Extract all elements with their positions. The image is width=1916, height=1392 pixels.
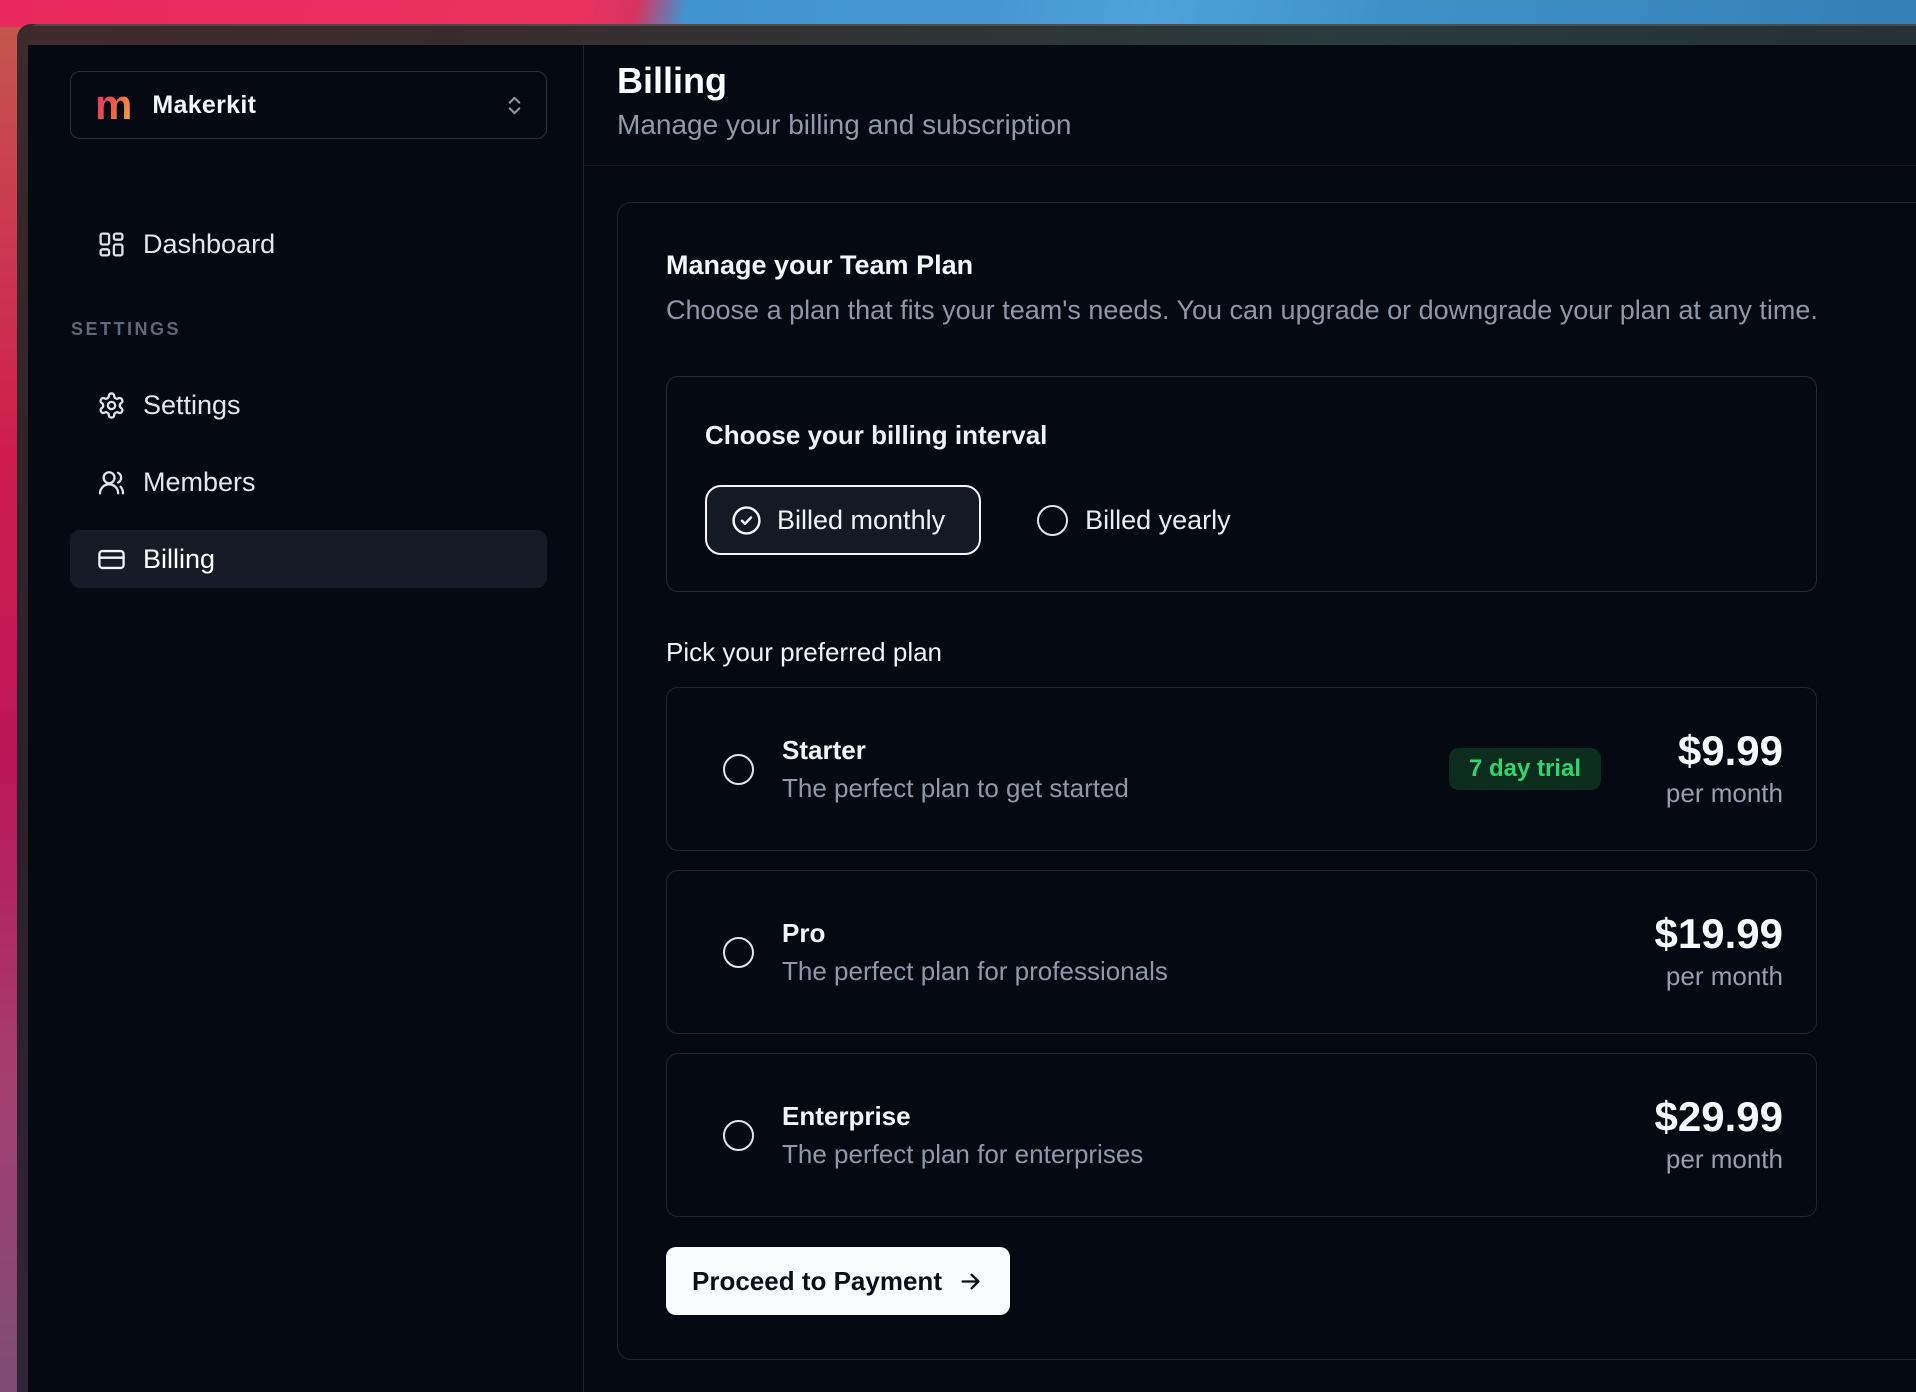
plan-period: per month <box>1633 960 1783 992</box>
sidebar-item-billing[interactable]: Billing <box>70 530 547 588</box>
page-title: Billing <box>617 58 1888 104</box>
proceed-to-payment-label: Proceed to Payment <box>692 1266 942 1297</box>
sidebar-section-settings: SETTINGS <box>70 319 547 340</box>
team-plan-card: Manage your Team Plan Choose a plan that… <box>617 202 1916 1360</box>
sidebar-item-dashboard[interactable]: Dashboard <box>70 216 547 272</box>
credit-card-icon <box>97 545 126 574</box>
billed-monthly-label: Billed monthly <box>777 505 945 536</box>
plan-price: $29.99 <box>1633 1095 1783 1139</box>
wallpaper-top-strip <box>0 0 1916 27</box>
sidebar: m Makerkit <box>28 45 584 1392</box>
plan-picker-label: Pick your preferred plan <box>666 636 1889 668</box>
radio-circle-icon <box>1037 505 1068 536</box>
plan-price: $19.99 <box>1633 912 1783 956</box>
sidebar-item-settings[interactable]: Settings <box>70 377 547 433</box>
workspace-selector[interactable]: m Makerkit <box>70 71 547 139</box>
makerkit-logo-icon: m <box>95 84 132 126</box>
window-titlebar[interactable] <box>28 24 1916 45</box>
gear-icon <box>97 391 126 420</box>
desktop-wallpaper: m Makerkit <box>0 0 1916 1392</box>
billed-monthly-option[interactable]: Billed monthly <box>705 485 981 555</box>
page-header: Billing Manage your billing and subscrip… <box>584 45 1916 166</box>
sidebar-item-label: Billing <box>143 544 215 575</box>
chevrons-up-down-icon <box>503 94 526 117</box>
app-window: m Makerkit <box>17 24 1916 1392</box>
trial-badge: 7 day trial <box>1449 748 1601 790</box>
plan-radio[interactable] <box>723 1120 754 1151</box>
plan-period: per month <box>1633 777 1783 809</box>
main-content: Billing Manage your billing and subscrip… <box>584 45 1916 1392</box>
card-title: Manage your Team Plan <box>666 248 1889 282</box>
plan-name: Starter <box>782 732 1129 768</box>
plan-description: The perfect plan for enterprises <box>782 1136 1143 1172</box>
plan-row-pro[interactable]: Pro The perfect plan for professionals $… <box>666 870 1817 1034</box>
plan-period: per month <box>1633 1143 1783 1175</box>
page-subtitle: Manage your billing and subscription <box>617 108 1888 142</box>
sidebar-item-label: Settings <box>143 390 241 421</box>
users-icon <box>97 468 126 497</box>
billed-yearly-option[interactable]: Billed yearly <box>1037 505 1231 536</box>
proceed-to-payment-button[interactable]: Proceed to Payment <box>666 1247 1010 1315</box>
plan-price: $9.99 <box>1633 729 1783 773</box>
sidebar-item-label: Dashboard <box>143 229 275 260</box>
sidebar-item-members[interactable]: Members <box>70 454 547 510</box>
arrow-right-icon <box>957 1268 984 1295</box>
plan-name: Pro <box>782 915 1168 951</box>
plan-radio[interactable] <box>723 937 754 968</box>
billing-interval-title: Choose your billing interval <box>705 419 1778 451</box>
plan-description: The perfect plan to get started <box>782 770 1129 806</box>
plan-name: Enterprise <box>782 1098 1143 1134</box>
billed-yearly-label: Billed yearly <box>1085 505 1231 536</box>
plan-description: The perfect plan for professionals <box>782 953 1168 989</box>
sidebar-item-label: Members <box>143 467 256 498</box>
plan-row-enterprise[interactable]: Enterprise The perfect plan for enterpri… <box>666 1053 1817 1217</box>
check-circle-icon <box>731 505 762 536</box>
card-subtitle: Choose a plan that fits your team's need… <box>666 292 1889 328</box>
workspace-name: Makerkit <box>152 91 256 120</box>
plan-row-starter[interactable]: Starter The perfect plan to get started … <box>666 687 1817 851</box>
billing-interval-box: Choose your billing interval Billed mont… <box>666 376 1817 592</box>
plan-radio[interactable] <box>723 754 754 785</box>
dashboard-icon <box>97 230 126 259</box>
